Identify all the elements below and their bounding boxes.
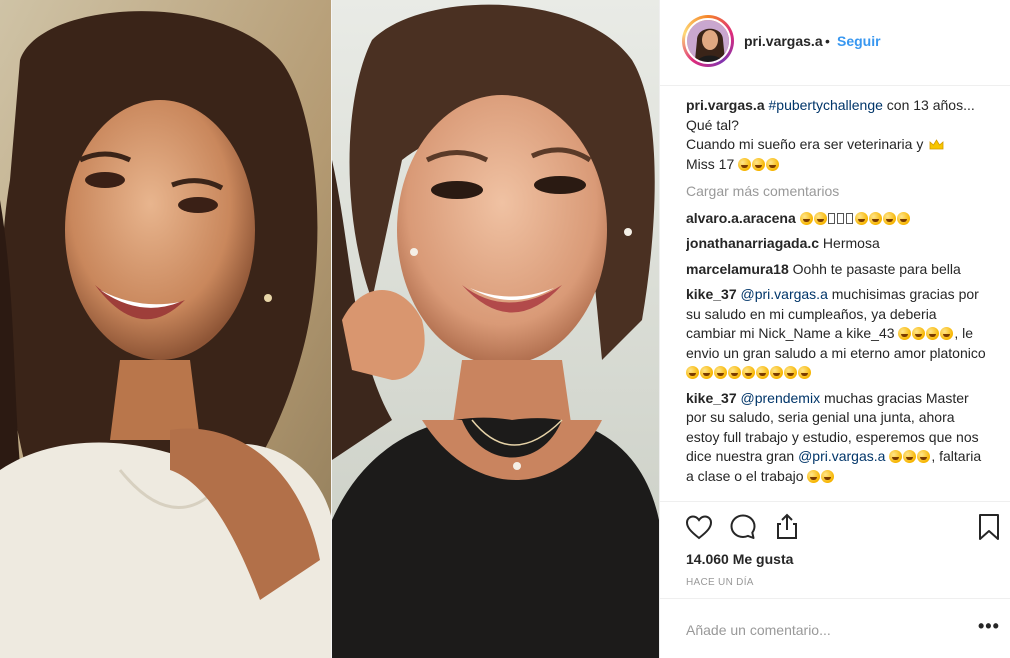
- comment-username[interactable]: jonathanarriagada.c: [686, 235, 819, 251]
- grin-emoji-icon: [738, 157, 752, 171]
- astonished-emoji-icon: [868, 211, 882, 225]
- post-side-panel: pri.vargas.a • Seguir pri.vargas.a #pube…: [659, 0, 1010, 658]
- load-more-comments-link[interactable]: Cargar más comentarios: [686, 182, 990, 202]
- comment-text: Hermosa: [819, 235, 880, 251]
- heart-eyes-emoji-icon: [903, 450, 917, 463]
- astonished-emoji-icon: [742, 366, 755, 379]
- grinning-emoji-icon: [940, 327, 954, 340]
- photo-left-young: [0, 0, 332, 658]
- astonished-emoji-icon: [784, 366, 797, 379]
- astonished-emoji-icon: [896, 211, 910, 225]
- comment-username[interactable]: marcelamura18: [686, 261, 789, 277]
- astonished-emoji-icon: [882, 211, 896, 225]
- list-item: alvaro.a.aracena: [686, 209, 990, 229]
- missing-glyph-icon: [827, 212, 835, 224]
- caption-hashtag-link[interactable]: #pubertychallenge: [769, 97, 883, 113]
- list-item: kike_37 @prendemix muchas gracias Master…: [686, 389, 990, 487]
- avatar-story-ring[interactable]: [682, 15, 734, 67]
- grinning-emoji-icon: [898, 327, 912, 340]
- heart-eyes-emoji-icon: [807, 469, 821, 483]
- comment-username[interactable]: kike_37: [686, 286, 737, 302]
- post-photo[interactable]: [0, 0, 659, 658]
- astonished-emoji-icon: [756, 366, 769, 379]
- avatar[interactable]: [685, 18, 731, 64]
- heart-icon[interactable]: [684, 512, 714, 542]
- header-separator: •: [825, 33, 830, 49]
- comment-username[interactable]: alvaro.a.aracena: [686, 210, 796, 226]
- mention-link[interactable]: @pri.vargas.a: [741, 286, 828, 302]
- heart-eyes-emoji-icon: [917, 450, 931, 463]
- comment-text: Oohh te pasaste para bella: [788, 260, 961, 277]
- astonished-emoji-icon: [798, 366, 811, 379]
- post-actions-bar: [660, 501, 1010, 551]
- heart-eyes-emoji-icon: [889, 450, 903, 463]
- grinning-emoji-icon: [926, 327, 940, 340]
- astonished-emoji-icon: [714, 366, 727, 379]
- missing-glyph-icon: [845, 212, 853, 224]
- crown-emoji-icon: [929, 139, 944, 150]
- grin-emoji-icon: [752, 157, 766, 171]
- post-caption: pri.vargas.a #pubertychallenge con 13 añ…: [686, 96, 990, 174]
- caption-username[interactable]: pri.vargas.a: [686, 97, 765, 113]
- caption-text-2: Cuando mi sueño era ser veterinaria y: [686, 136, 928, 152]
- likes-count[interactable]: 14.060 Me gusta: [686, 551, 793, 567]
- astonished-emoji-icon: [728, 366, 741, 379]
- missing-glyph-icon: [836, 212, 844, 224]
- bookmark-icon[interactable]: [974, 512, 1004, 542]
- post-timestamp[interactable]: HACE UN DÍA: [686, 577, 754, 588]
- grinning-emoji-icon: [912, 327, 926, 340]
- astonished-emoji-icon: [770, 366, 783, 379]
- post-header: pri.vargas.a • Seguir: [660, 0, 1010, 86]
- heart-eyes-emoji-icon: [813, 211, 827, 225]
- list-item: marcelamura18 Oohh te pasaste para bella: [686, 260, 990, 280]
- add-comment-input[interactable]: [686, 620, 956, 640]
- astonished-emoji-icon: [686, 366, 699, 379]
- mention-link[interactable]: @prendemix: [741, 390, 821, 406]
- header-username[interactable]: pri.vargas.a: [744, 33, 823, 49]
- photo-right-adult: [332, 0, 659, 658]
- caption-text-3: Miss 17: [686, 155, 739, 172]
- add-comment-bar: •••: [660, 598, 1010, 658]
- share-icon[interactable]: [772, 512, 802, 542]
- heart-eyes-emoji-icon: [799, 211, 813, 225]
- list-item: kike_37 @pri.vargas.a muchisimas gracias…: [686, 285, 990, 383]
- list-item: jonathanarriagada.c Hermosa: [686, 234, 990, 254]
- follow-button[interactable]: Seguir: [837, 33, 881, 49]
- astonished-emoji-icon: [854, 211, 868, 225]
- mention-link-2[interactable]: @pri.vargas.a: [798, 448, 885, 464]
- astonished-emoji-icon: [700, 366, 713, 379]
- comment-username[interactable]: kike_37: [686, 390, 737, 406]
- comment-bubble-icon[interactable]: [728, 512, 758, 542]
- heart-eyes-emoji-icon: [821, 469, 835, 483]
- grin-emoji-icon: [766, 157, 780, 171]
- comments-list: pri.vargas.a #pubertychallenge con 13 añ…: [686, 96, 990, 502]
- more-options-icon[interactable]: •••: [978, 617, 1000, 639]
